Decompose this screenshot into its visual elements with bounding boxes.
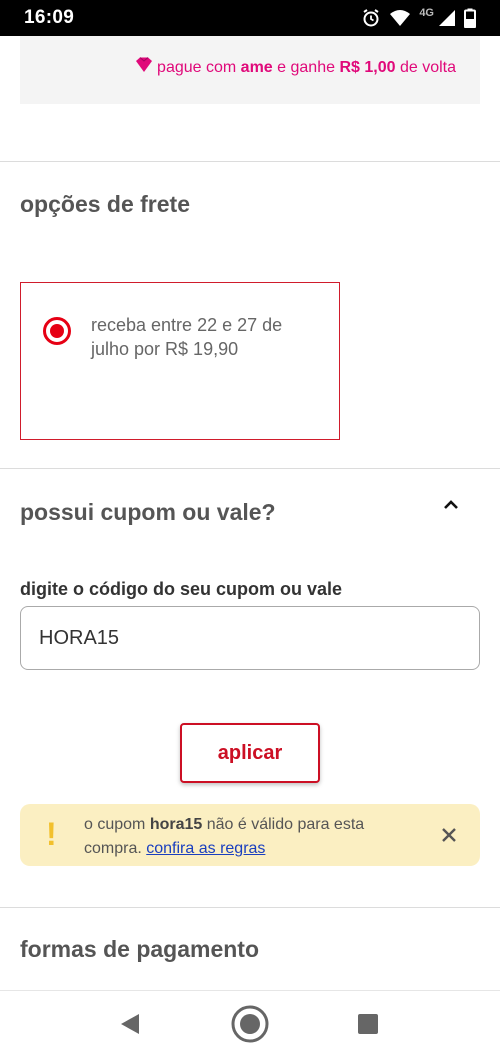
- back-icon[interactable]: [110, 1004, 150, 1044]
- home-icon[interactable]: [230, 1004, 270, 1044]
- divider: [0, 468, 500, 469]
- ame-promo-suffix: de volta: [399, 58, 456, 76]
- alert-prefix: o cupom: [84, 816, 150, 833]
- warning-icon: !: [46, 816, 57, 852]
- shipping-option-card[interactable]: receba entre 22 e 27 de julho por R$ 19,…: [20, 282, 340, 440]
- shipping-option-text: receba entre 22 e 27 de julho por R$ 19,…: [91, 315, 283, 359]
- ame-promo-text: pague com ame e ganhe R$ 1,00 de volta: [135, 57, 456, 78]
- coupon-code-input[interactable]: [20, 606, 480, 670]
- ame-heart-icon: [135, 57, 157, 78]
- close-icon[interactable]: [438, 824, 460, 846]
- coupon-error-text: o cupom hora15 não é válido para esta co…: [84, 813, 404, 861]
- ame-promo-prefix: pague com: [157, 58, 237, 76]
- divider: [0, 907, 500, 908]
- status-bar: 16:09 4G: [0, 0, 500, 36]
- alarm-icon: [361, 8, 381, 28]
- coupon-rules-link[interactable]: confira as regras: [146, 840, 265, 857]
- ame-cashback-amount: R$ 1,00: [339, 58, 396, 76]
- battery-icon: [464, 8, 476, 28]
- coupon-section-title: possui cupom ou vale?: [20, 499, 276, 525]
- status-time: 16:09: [24, 7, 75, 28]
- coupon-field-label: digite o código do seu cupom ou vale: [20, 579, 343, 599]
- ame-brand: ame: [240, 58, 273, 76]
- shipping-option-radio[interactable]: [43, 317, 71, 345]
- chevron-up-icon[interactable]: [440, 494, 462, 516]
- ame-promo-middle: e ganhe: [277, 58, 335, 76]
- ame-promo-strip: pague com ame e ganhe R$ 1,00 de volta: [20, 36, 480, 104]
- system-navigation-bar: [0, 990, 500, 1056]
- network-type: 4G: [419, 7, 434, 19]
- coupon-error-alert: ! o cupom hora15 não é válido para esta …: [20, 804, 480, 866]
- status-icons: 4G: [361, 7, 476, 28]
- divider: [0, 161, 500, 162]
- signal-icon: [438, 9, 456, 27]
- apply-coupon-button[interactable]: aplicar: [180, 723, 320, 783]
- alert-coupon-code: hora15: [149, 816, 203, 833]
- shipping-section-title: opções de frete: [20, 191, 190, 217]
- payment-section-title: formas de pagamento: [20, 936, 259, 962]
- wifi-icon: [389, 9, 411, 27]
- recents-icon[interactable]: [348, 1004, 388, 1044]
